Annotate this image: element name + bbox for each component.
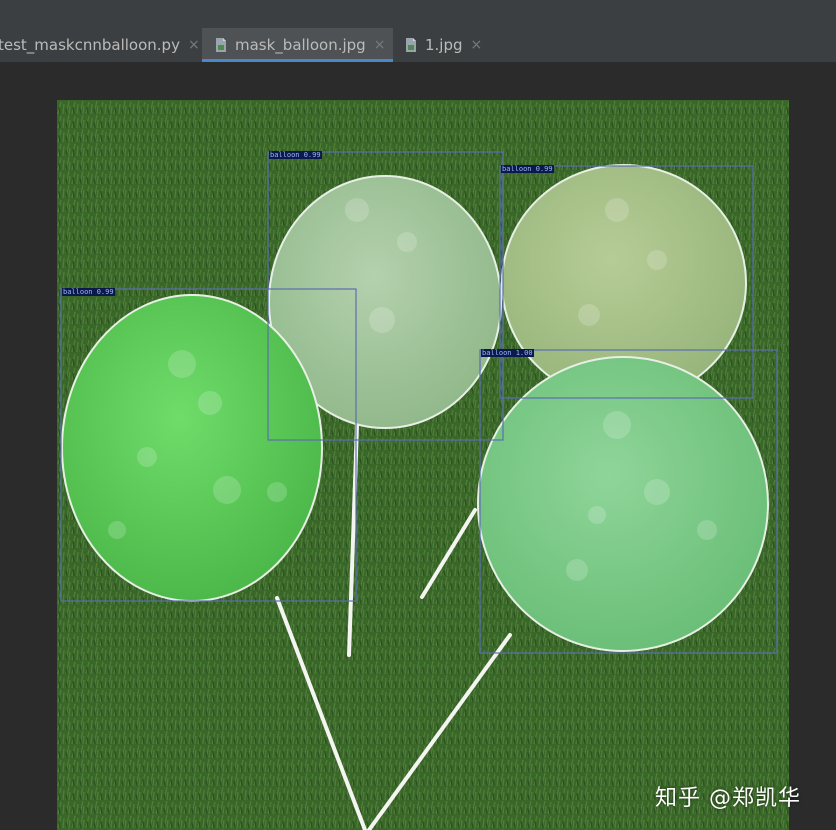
- tab-label: test_maskcnnballoon.py: [0, 36, 180, 54]
- close-icon[interactable]: ×: [374, 37, 386, 53]
- balloon-mask-mint: [477, 356, 769, 652]
- balloon-detection-image: balloon 0.99 balloon 0.99 balloon 0.99 b…: [57, 100, 789, 830]
- tab-mask-balloon-jpg[interactable]: mask_balloon.jpg ×: [202, 28, 393, 62]
- close-icon[interactable]: ×: [188, 37, 200, 53]
- image-file-icon: [216, 38, 226, 52]
- detection-label: balloon 1.00: [481, 349, 534, 357]
- watermark: 知乎 @郑凯华: [655, 786, 801, 811]
- detection-label: balloon 0.99: [269, 151, 322, 159]
- editor-tab-bar: test_maskcnnballoon.py × mask_balloon.jp…: [0, 28, 836, 63]
- detection-label: balloon 0.99: [501, 165, 554, 173]
- tab-label: mask_balloon.jpg: [235, 36, 366, 54]
- detection-label: balloon 0.99: [62, 288, 115, 296]
- window-title-bar: [0, 0, 836, 28]
- tab-test-maskcnnballoon-py[interactable]: test_maskcnnballoon.py ×: [0, 28, 200, 62]
- tab-1-jpg[interactable]: 1.jpg ×: [404, 28, 494, 62]
- balloon-mask-green: [61, 294, 323, 602]
- close-icon[interactable]: ×: [471, 37, 483, 53]
- image-file-icon: [406, 38, 416, 52]
- tab-label: 1.jpg: [425, 36, 463, 54]
